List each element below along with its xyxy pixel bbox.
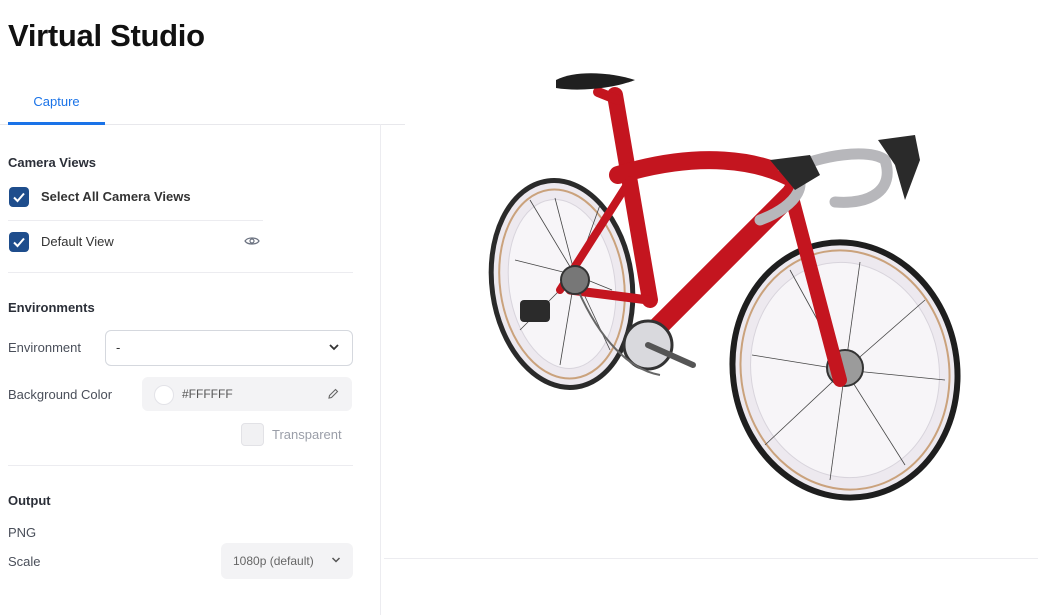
background-color-label: Background Color <box>8 387 113 402</box>
tab-capture[interactable]: Capture <box>8 84 105 125</box>
environments-heading: Environments <box>8 300 95 315</box>
select-all-checkbox[interactable] <box>9 187 29 207</box>
checkmark-icon <box>13 237 25 248</box>
divider <box>8 465 353 466</box>
page-title: Virtual Studio <box>8 18 205 53</box>
eye-icon[interactable] <box>244 234 260 248</box>
environment-label: Environment <box>8 340 81 355</box>
bicycle-render <box>488 73 961 501</box>
transparent-label: Transparent <box>272 427 342 442</box>
output-heading: Output <box>8 493 51 508</box>
color-swatch[interactable] <box>154 385 174 405</box>
scale-label: Scale <box>8 554 41 569</box>
pencil-icon[interactable] <box>326 387 340 401</box>
default-view-label: Default View <box>41 234 114 249</box>
background-color-value: #FFFFFF <box>182 387 233 401</box>
divider <box>8 272 353 273</box>
scale-select[interactable]: 1080p (default) <box>221 543 353 579</box>
default-view-checkbox[interactable] <box>9 232 29 252</box>
select-all-label: Select All Camera Views <box>41 189 191 204</box>
output-format: PNG <box>8 525 37 540</box>
background-color-field[interactable]: #FFFFFF <box>142 377 352 411</box>
checkmark-icon <box>13 192 25 203</box>
chevron-down-icon <box>329 344 339 351</box>
camera-views-heading: Camera Views <box>8 155 96 170</box>
scale-value: 1080p (default) <box>233 554 314 568</box>
divider <box>8 220 263 221</box>
transparent-checkbox[interactable] <box>241 423 264 446</box>
bike-3d-viewport[interactable] <box>381 0 1038 615</box>
tab-bar: Capture <box>0 84 405 125</box>
environment-value: - <box>116 340 121 355</box>
environment-select[interactable]: - <box>105 330 353 366</box>
chevron-down-icon <box>331 557 341 563</box>
